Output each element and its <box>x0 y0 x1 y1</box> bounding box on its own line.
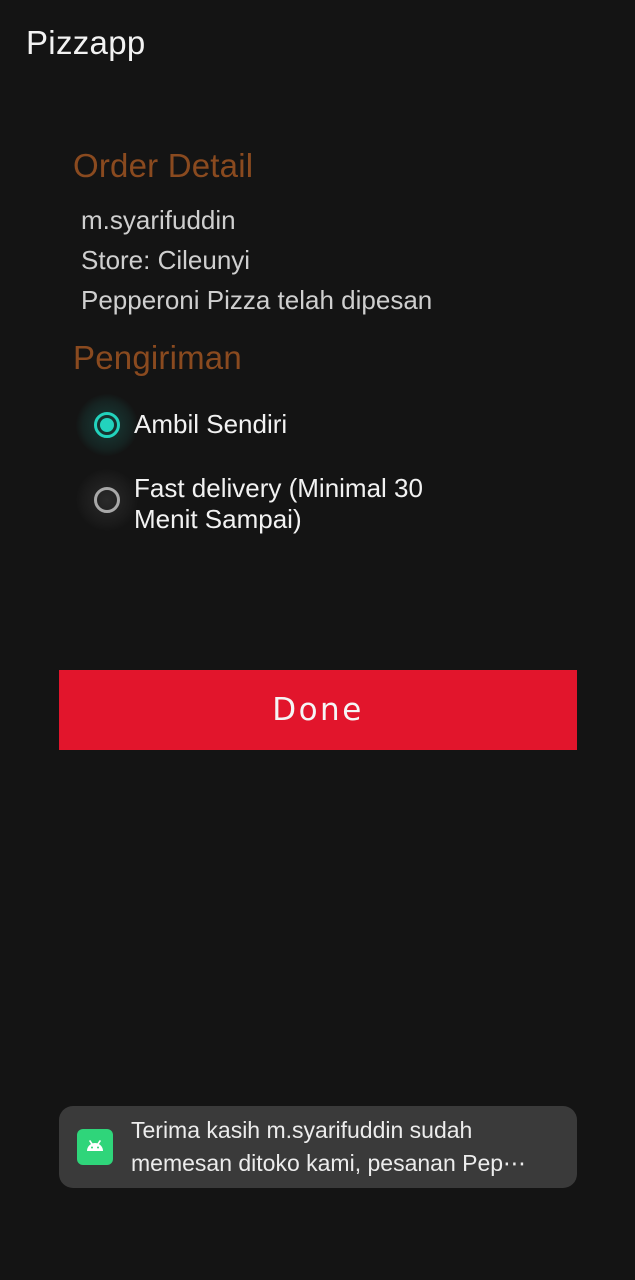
done-button[interactable]: Done <box>59 670 577 750</box>
shipping-option-pickup[interactable]: Ambil Sendiri <box>76 394 496 456</box>
toast-notification: Terima kasih m.syarifuddin sudah memesan… <box>59 1106 577 1188</box>
toast-message-line1: Terima kasih m.syarifuddin sudah <box>131 1117 473 1143</box>
store-name: Store: Cileunyi <box>81 245 251 275</box>
android-icon <box>77 1129 113 1165</box>
app-title: Pizzapp <box>26 24 146 61</box>
order-detail-title: Order Detail <box>73 147 254 184</box>
shipping-option-fast-delivery[interactable]: Fast delivery (Minimal 30 Menit Sampai) <box>76 469 496 535</box>
shipping-title: Pengiriman <box>73 339 242 376</box>
toast-message-line2: memesan ditoko kami, pesanan Pep⋯ <box>131 1150 527 1176</box>
radio-ripple <box>76 469 138 531</box>
fast-delivery-label-line2: Menit Sampai) <box>134 504 302 534</box>
order-message: Pepperoni Pizza telah dipesan <box>81 285 433 315</box>
radio-selected-dot <box>100 418 114 432</box>
fast-delivery-label-line1: Fast delivery (Minimal 30 <box>134 473 423 503</box>
radio-ripple <box>76 394 138 456</box>
radio-button-unselected[interactable] <box>94 487 120 513</box>
shipping-option-fast-delivery-label: Fast delivery (Minimal 30 Menit Sampai) <box>134 469 423 535</box>
radio-button-selected[interactable] <box>94 412 120 438</box>
customer-name: m.syarifuddin <box>81 205 236 235</box>
shipping-option-pickup-label: Ambil Sendiri <box>134 409 288 439</box>
toast-message: Terima kasih m.syarifuddin sudah memesan… <box>131 1114 561 1180</box>
